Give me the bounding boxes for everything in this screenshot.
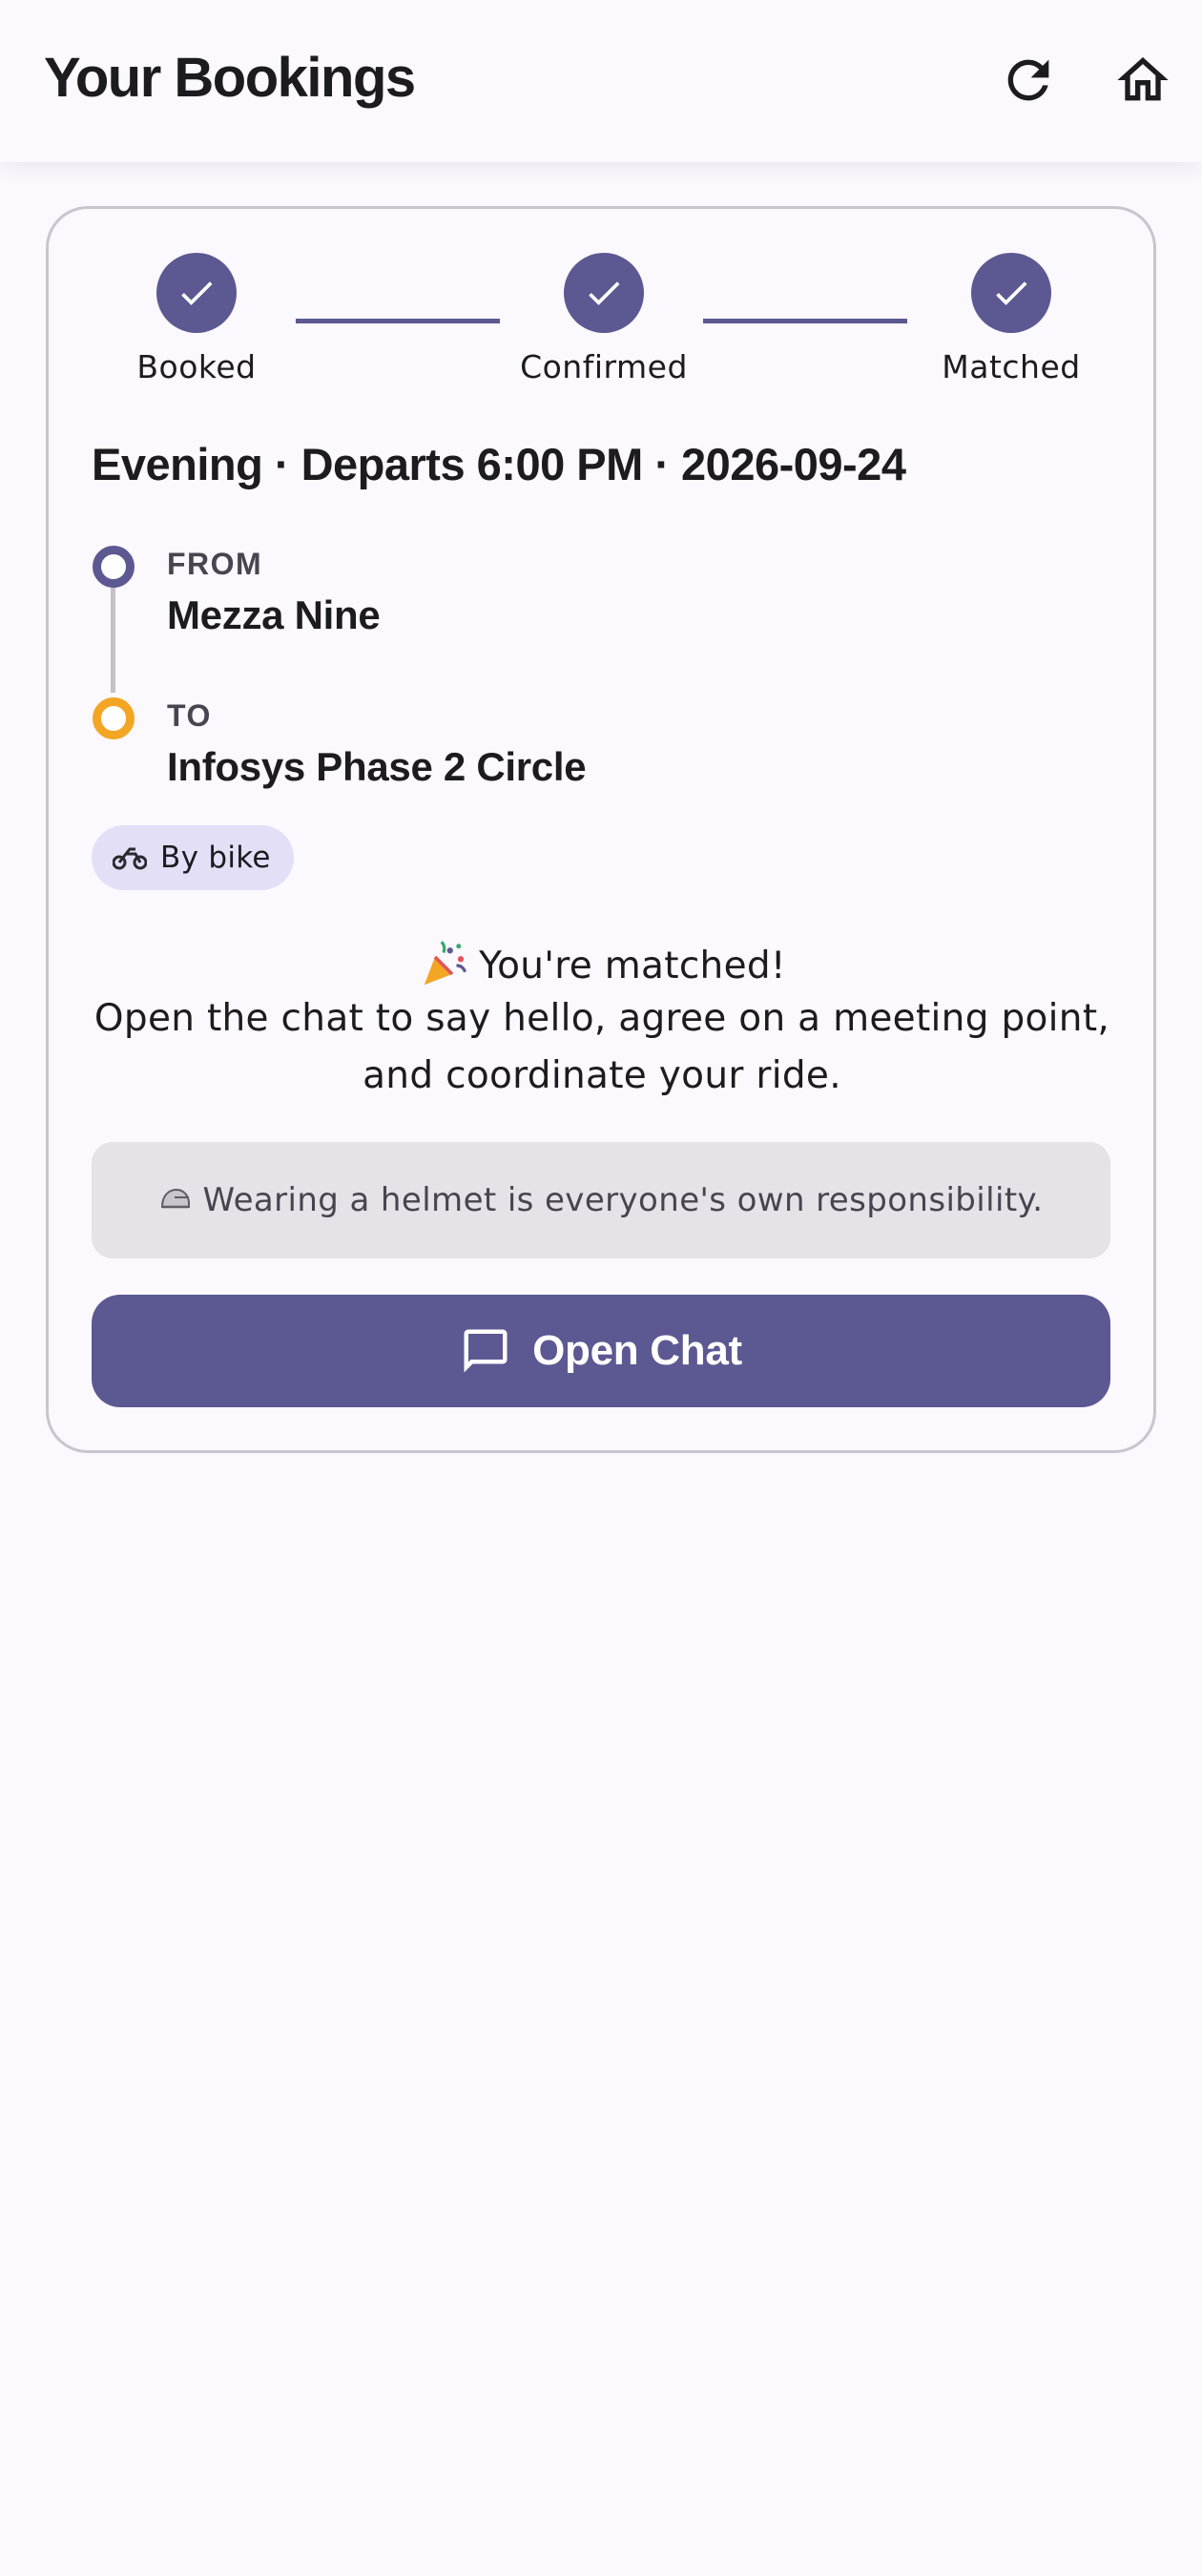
route-line	[111, 583, 115, 693]
step-label: Matched	[942, 348, 1081, 385]
home-button[interactable]	[1097, 34, 1189, 126]
app-bar: Your Bookings	[0, 0, 1202, 162]
matched-title: You're matched!	[479, 944, 786, 987]
step-label: Confirmed	[520, 348, 688, 385]
refresh-icon	[1007, 59, 1049, 101]
from-label: FROM	[167, 547, 263, 581]
helmet-notice-text: Wearing a helmet is everyone's own respo…	[202, 1181, 1044, 1219]
check-icon	[996, 281, 1027, 305]
mode-chip: By bike	[92, 825, 294, 890]
stepper-connector	[296, 319, 500, 323]
mode-chip-label: By bike	[160, 841, 271, 875]
refresh-button[interactable]	[983, 34, 1074, 126]
motorbike-icon	[113, 847, 147, 870]
party-popper-icon	[424, 941, 467, 986]
step-booked: Booked	[73, 253, 321, 385]
open-chat-label: Open Chat	[532, 1327, 742, 1374]
step-label: Booked	[136, 348, 257, 385]
step-dot	[156, 253, 237, 333]
to-label: TO	[167, 698, 212, 733]
check-icon	[181, 281, 213, 305]
home-icon	[1117, 57, 1169, 101]
booking-card: Booked Confirmed Matched Evening · Depar…	[46, 206, 1156, 1453]
stepper-connector	[703, 319, 907, 323]
to-value: Infosys Phase 2 Circle	[167, 744, 587, 789]
open-chat-button[interactable]: Open Chat	[92, 1295, 1110, 1407]
matched-heading: You're matched!	[77, 940, 1127, 991]
helmet-icon	[160, 1188, 190, 1209]
page-title: Your Bookings	[44, 47, 416, 109]
from-value: Mezza Nine	[167, 592, 381, 637]
matched-message-line-2: and coordinate your ride.	[363, 1054, 841, 1097]
check-icon	[589, 281, 620, 305]
helmet-notice: Wearing a helmet is everyone's own respo…	[92, 1142, 1110, 1258]
matched-message-line-1: Open the chat to say hello, agree on a m…	[93, 997, 1110, 1040]
step-dot	[971, 253, 1051, 333]
step-matched: Matched	[887, 253, 1135, 385]
chat-bubble-icon	[464, 1329, 508, 1373]
step-confirmed: Confirmed	[480, 253, 728, 385]
trip-title: Evening · Departs 6:00 PM · 2026-09-24	[92, 439, 906, 489]
step-dot	[564, 253, 644, 333]
origin-marker-icon	[93, 546, 135, 588]
destination-marker-icon	[93, 697, 135, 739]
